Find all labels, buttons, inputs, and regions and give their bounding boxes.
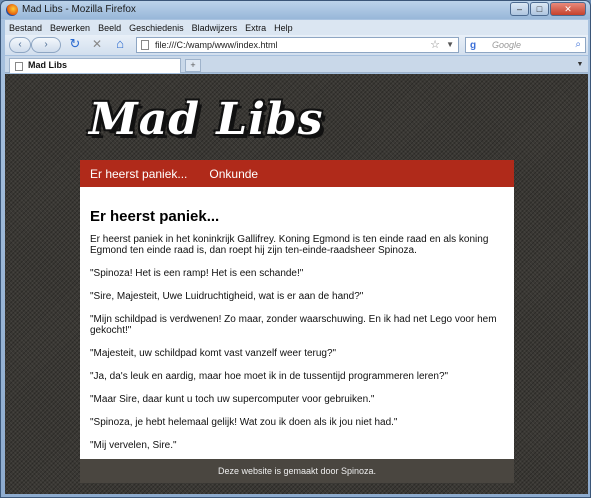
browser-window: Mad Libs - Mozilla Firefox – □ ✕ Bestand… [0,0,591,498]
close-button[interactable]: ✕ [550,2,586,16]
story-paragraph: "Sire, Majesteit, Uwe Luidruchtigheid, w… [90,291,364,302]
address-text: file:///C:/wamp/www/index.html [155,40,278,50]
story-paragraph: "Spinoza! Het is een ramp! Het is een sc… [90,268,304,279]
reload-icon[interactable]: ↻ [67,37,83,53]
story-paragraph: "Majesteit, uw schildpad komt vast vanze… [90,348,337,359]
page-viewport: Mad Libs Er heerst paniek... Onkunde Er … [5,74,588,494]
menu-bewerken[interactable]: Bewerken [50,23,90,33]
menu-bestand[interactable]: Bestand [9,23,42,33]
tab-bar: Mad Libs + ▼ [5,56,588,73]
site-footer: Deze website is gemaakt door Spinoza. [80,459,514,483]
tab-title: Mad Libs [28,60,68,70]
maximize-button[interactable]: □ [530,2,549,16]
stop-icon[interactable]: ✕ [89,37,105,53]
address-bar[interactable]: file:///C:/wamp/www/index.html ☆ ▼ [136,37,459,53]
story-paragraph: Er heerst paniek in het koninkrijk Galli… [90,234,489,256]
minimize-button[interactable]: – [510,2,529,16]
story-paragraph: "Ja, da's leuk en aardig, maar hoe moet … [90,371,449,382]
bookmark-star-icon[interactable]: ☆ [430,38,440,52]
menu-bladwijzers[interactable]: Bladwijzers [192,23,238,33]
site-logo: Mad Libs [89,94,324,145]
story-paragraph: "Mijn schildpad is verdwenen! Zo maar, z… [90,314,497,336]
window-title: Mad Libs - Mozilla Firefox [22,4,136,15]
menu-help[interactable]: Help [274,23,293,33]
search-placeholder: Google [492,40,522,50]
story-paragraph: "Mij vervelen, Sire." [90,440,177,451]
page-title: Er heerst paniek... [90,208,220,225]
menu-beeld[interactable]: Beeld [98,23,121,33]
nav-link-paniek[interactable]: Er heerst paniek... [90,167,187,181]
main-content: Er heerst paniek... Er heerst paniek in … [80,187,514,459]
search-input[interactable]: g Google ⌕ [465,37,586,53]
back-button[interactable]: ‹ [9,37,31,53]
chevron-down-icon[interactable]: ▼ [446,38,454,52]
tab-list-icon[interactable]: ▼ [575,59,585,71]
title-bar: Mad Libs - Mozilla Firefox – □ ✕ [1,1,590,19]
nav-link-onkunde[interactable]: Onkunde [209,167,258,181]
navigation-toolbar: ‹ › ↻ ✕ ⌂ file:///C:/wamp/www/index.html… [5,35,588,55]
menu-geschiedenis[interactable]: Geschiedenis [129,23,184,33]
story-paragraph: "Spinoza, je hebt helemaal gelijk! Wat z… [90,417,398,428]
story-paragraph: "Maar Sire, daar kunt u toch uw supercom… [90,394,375,405]
new-tab-button[interactable]: + [185,59,201,72]
google-icon[interactable]: g [470,39,476,53]
site-nav: Er heerst paniek... Onkunde [80,160,514,187]
page-icon [141,40,149,50]
menu-extra[interactable]: Extra [245,23,266,33]
search-icon[interactable]: ⌕ [575,38,581,52]
forward-button[interactable]: › [31,37,61,53]
firefox-icon [6,4,18,16]
home-icon[interactable]: ⌂ [111,37,129,53]
menu-bar: Bestand Bewerken Beeld Geschiedenis Blad… [5,20,588,35]
page-icon [15,62,23,71]
tab-mad-libs[interactable]: Mad Libs [9,58,181,73]
